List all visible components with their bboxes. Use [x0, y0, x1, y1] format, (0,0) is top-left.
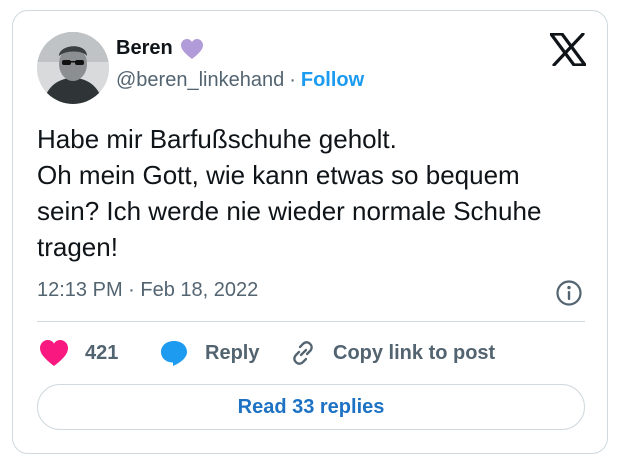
divider	[37, 321, 585, 322]
info-icon[interactable]	[555, 279, 583, 307]
author-handle[interactable]: @beren_linkehand	[116, 69, 284, 92]
link-icon	[293, 341, 313, 365]
reply-label: Reply	[205, 341, 260, 364]
like-button[interactable]: 421	[39, 338, 118, 368]
follow-button[interactable]: Follow	[301, 69, 364, 92]
tweet-timestamp[interactable]: 12:13 PM · Feb 18, 2022	[37, 279, 258, 302]
handle-separator: ·	[289, 69, 296, 91]
reply-bubble-icon	[161, 341, 187, 366]
copy-link-button[interactable]: Copy link to post	[289, 338, 495, 368]
avatar-image	[37, 32, 109, 104]
like-count: 421	[85, 341, 119, 364]
author-name-row: Beren	[116, 37, 204, 60]
x-logo-icon[interactable]	[550, 33, 586, 66]
copy-link-label: Copy link to post	[333, 341, 496, 364]
heart-icon	[40, 340, 68, 366]
author-display-name[interactable]: Beren	[116, 37, 173, 60]
reply-button[interactable]: Reply	[159, 338, 259, 368]
read-replies-button[interactable]: Read 33 replies	[37, 384, 585, 430]
tweet-text: Habe mir Barfußschuhe geholt. Oh mein Go…	[37, 124, 542, 262]
avatar[interactable]	[37, 32, 109, 104]
author-handle-row: @beren_linkehand · Follow	[116, 69, 364, 92]
tweet-card: Beren @beren_linkehand · Follow Habe mir…	[12, 10, 608, 454]
purple-heart-icon	[180, 38, 203, 59]
